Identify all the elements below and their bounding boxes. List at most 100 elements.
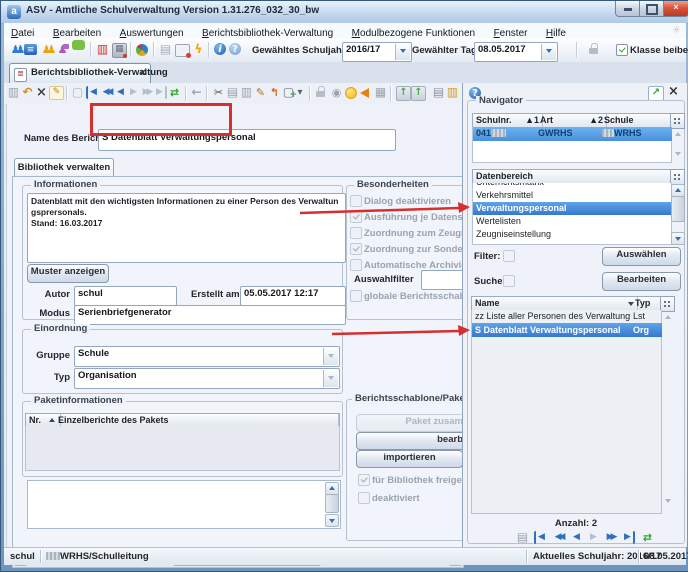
close-panel-icon[interactable]	[667, 85, 680, 98]
announcement-icon[interactable]	[359, 86, 372, 99]
detach-panel-icon[interactable]	[648, 86, 664, 101]
delete-record-icon[interactable]	[35, 86, 48, 99]
hint-icon[interactable]	[345, 87, 357, 99]
new-record-icon[interactable]	[71, 86, 84, 99]
nav-first-icon[interactable]	[534, 531, 547, 544]
deaktiviert-checkbox[interactable]	[358, 492, 370, 504]
refresh-icon[interactable]	[168, 86, 181, 99]
new-file-icon[interactable]	[282, 86, 295, 99]
globale-berichtsschablone-checkbox[interactable]	[350, 290, 362, 302]
next-record-icon[interactable]	[127, 86, 140, 99]
ausfuehrung-checkbox[interactable]	[350, 211, 362, 223]
first-record-icon[interactable]	[86, 86, 99, 99]
reports-icon[interactable]	[96, 43, 109, 56]
datenbereich-grid-icon[interactable]	[670, 169, 685, 185]
edit-icon[interactable]	[254, 86, 267, 99]
dialog-deaktivieren-checkbox[interactable]	[350, 195, 362, 207]
previous-record-icon[interactable]	[114, 86, 127, 99]
nav-previous-icon[interactable]	[570, 531, 583, 544]
report-book-icon[interactable]	[432, 86, 445, 99]
col-art[interactable]: Art ▲2	[537, 114, 607, 128]
scroll-down-button[interactable]	[325, 514, 339, 527]
messages-icon[interactable]	[72, 40, 85, 50]
revert-icon[interactable]	[268, 86, 281, 99]
typ-dropdown-icon[interactable]	[323, 370, 338, 387]
suche-checkbox[interactable]	[503, 275, 515, 287]
zuordnung-zeugnis-checkbox[interactable]	[350, 227, 362, 239]
window-alert-icon[interactable]	[175, 44, 190, 57]
fast-back-icon[interactable]	[100, 86, 113, 99]
schulen-grid-icon[interactable]	[670, 113, 685, 129]
col-name[interactable]: Name	[472, 297, 638, 311]
freigegeben-checkbox[interactable]	[358, 474, 370, 486]
subtab-bibliothek-verwalten[interactable]: Bibliothek verwalten	[14, 158, 114, 177]
beschreibung-textarea[interactable]: Datenblatt mit den wichtigsten Informati…	[27, 193, 346, 263]
datenbereich-scroll-thumb[interactable]	[671, 196, 685, 222]
last-record-icon[interactable]	[154, 86, 167, 99]
schule-row[interactable]: 041 GWRHS WRHS	[473, 127, 672, 141]
schulen-scroll-up-icon[interactable]	[675, 132, 681, 136]
klasse-beibehalten-checkbox[interactable]	[616, 44, 628, 56]
nav-refresh-icon[interactable]	[641, 531, 654, 544]
back-navigation-icon[interactable]	[190, 86, 203, 99]
minimize-button[interactable]	[615, 1, 641, 17]
fast-forward-icon[interactable]	[140, 86, 153, 99]
import-icon[interactable]	[396, 86, 411, 101]
table-row-selected[interactable]: S Datenblatt Verwaltungspersonal Org	[472, 323, 662, 337]
selection-icon[interactable]	[374, 86, 387, 99]
undo-icon[interactable]	[21, 86, 34, 99]
modus-input[interactable]: Serienbriefgenerator	[74, 305, 346, 325]
maximize-button[interactable]	[639, 1, 665, 17]
notes-box[interactable]	[27, 480, 341, 529]
new-file-dropdown-icon[interactable]	[296, 86, 304, 99]
paste-icon[interactable]	[240, 86, 253, 99]
bearbeiten-button[interactable]: Bearbeiten	[602, 272, 681, 291]
info-icon[interactable]	[214, 43, 226, 55]
nav-last-icon[interactable]	[622, 531, 635, 544]
title-bar[interactable]: a ASV - Amtliche Schulverwaltung Version…	[1, 1, 688, 24]
close-button[interactable]: ×	[663, 1, 688, 17]
muster-anzeigen-button[interactable]: Muster anzeigen	[27, 264, 109, 283]
protect-icon[interactable]	[315, 85, 326, 98]
autor-input[interactable]: schul	[74, 286, 177, 306]
quick-actions-icon[interactable]	[192, 43, 205, 56]
berichte-scroll-down-icon[interactable]	[665, 499, 671, 503]
tag-dropdown-icon[interactable]	[541, 44, 556, 60]
tab-close-icon[interactable]: ×	[140, 66, 146, 80]
nav-next-icon[interactable]	[587, 531, 600, 544]
tag-combobox[interactable]: 08.05.2017	[474, 42, 558, 62]
report-name-input[interactable]: S Datenblatt Verwaltungspersonal	[98, 129, 396, 151]
schuljahr-dropdown-icon[interactable]	[395, 44, 410, 60]
statistics-calc-icon[interactable]	[112, 43, 127, 58]
list-item-wertelisten[interactable]: Wertelisten	[473, 215, 672, 228]
archivierung-checkbox[interactable]	[350, 259, 362, 271]
list-item-verkehrsmittel[interactable]: Verkehrsmittel	[473, 189, 672, 202]
col-schule[interactable]: Schule	[601, 114, 671, 128]
persons-chat-icon[interactable]	[56, 43, 69, 56]
col-typ[interactable]: Typ	[632, 297, 661, 311]
save-icon[interactable]	[7, 86, 20, 99]
bearbeiten-schablone-button[interactable]: bearb	[356, 432, 467, 450]
modules-icon[interactable]	[159, 43, 172, 56]
berichte-scroll-up-icon[interactable]	[665, 315, 671, 319]
nav-fast-back-icon[interactable]	[552, 531, 565, 544]
importieren-button[interactable]: importieren	[356, 450, 463, 468]
export-icon[interactable]	[411, 86, 426, 101]
schulen-scroll-down-icon[interactable]	[675, 152, 681, 156]
col-schulnr[interactable]: Schulnr. ▲1	[473, 114, 543, 128]
scroll-thumb[interactable]	[325, 494, 339, 513]
students-icon[interactable]	[9, 43, 22, 56]
classes-icon[interactable]	[24, 44, 37, 55]
help-icon[interactable]	[229, 43, 241, 55]
copy-record-icon[interactable]	[516, 531, 529, 544]
charts-icon[interactable]	[136, 44, 148, 56]
gruppe-combobox[interactable]: Schule	[74, 346, 340, 367]
schuljahr-combobox[interactable]: 2016/17	[342, 42, 412, 62]
filter-checkbox[interactable]	[503, 250, 515, 262]
preview-icon[interactable]	[330, 86, 343, 99]
copy-icon[interactable]	[226, 86, 239, 99]
auswaehlen-button[interactable]: Auswählen	[602, 247, 681, 266]
cut-icon[interactable]	[212, 86, 225, 99]
report-file-icon[interactable]	[446, 86, 459, 99]
lock-icon[interactable]	[588, 42, 599, 55]
